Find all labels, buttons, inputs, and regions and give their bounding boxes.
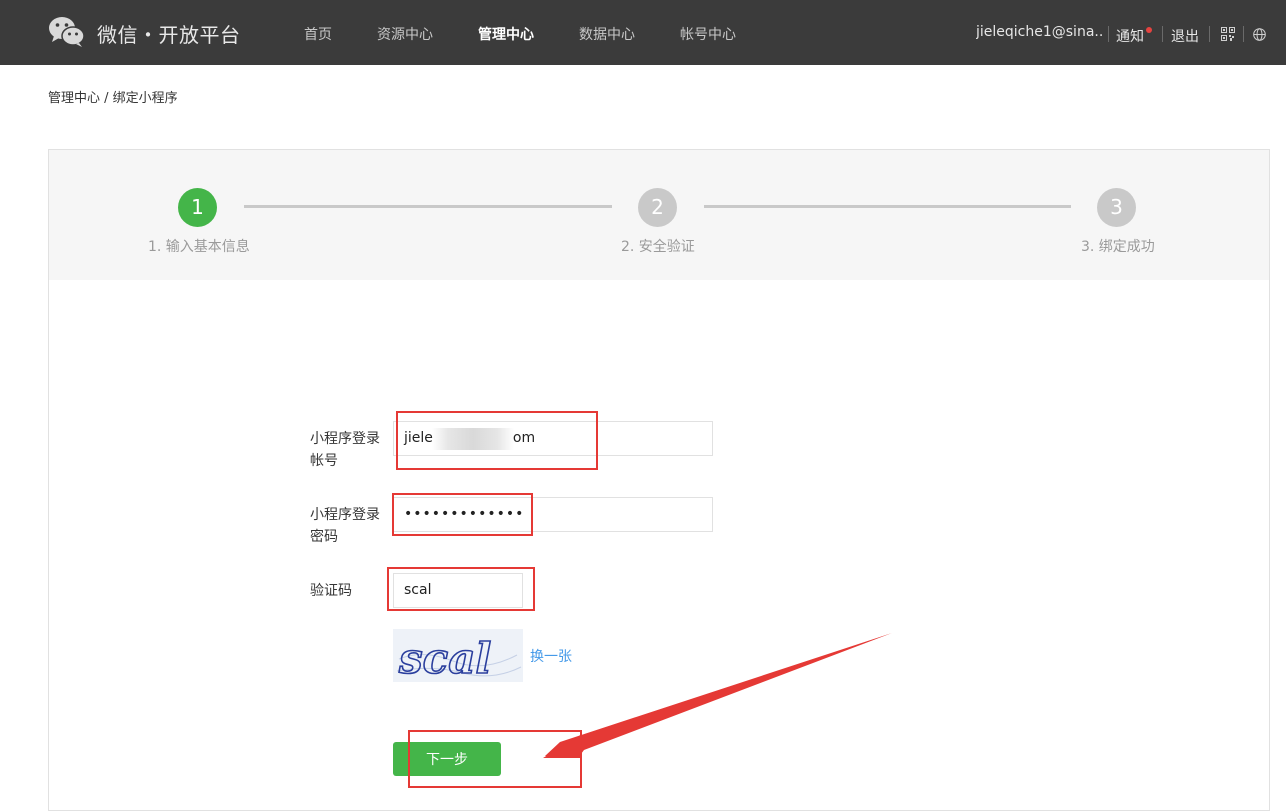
step-1-circle: 1 bbox=[178, 188, 217, 227]
password-label-line2: 密码 bbox=[310, 529, 338, 545]
highlight-captcha bbox=[387, 567, 535, 611]
notification-link[interactable]: 通知 bbox=[1116, 26, 1144, 46]
account-label-line2: 帐号 bbox=[310, 453, 338, 469]
step-connector bbox=[704, 205, 1071, 208]
highlight-next-button bbox=[408, 730, 582, 788]
breadcrumb: 管理中心 / 绑定小程序 bbox=[48, 91, 178, 106]
captcha-image: scal bbox=[393, 629, 523, 682]
step-1-label: 1. 输入基本信息 bbox=[148, 239, 250, 255]
logout-link[interactable]: 退出 bbox=[1171, 26, 1199, 46]
brand-title[interactable]: 微信・开放平台 bbox=[97, 19, 241, 48]
qrcode-icon[interactable] bbox=[1221, 27, 1235, 41]
captcha-label: 验证码 bbox=[310, 583, 352, 599]
password-label-line1: 小程序登录 bbox=[310, 507, 380, 523]
nav-resources[interactable]: 资源中心 bbox=[377, 24, 433, 44]
divider bbox=[1108, 26, 1109, 42]
highlight-account bbox=[396, 411, 598, 470]
step-2-circle: 2 bbox=[638, 188, 677, 227]
divider bbox=[1243, 26, 1244, 42]
step-2-label: 2. 安全验证 bbox=[621, 239, 695, 255]
highlight-password bbox=[392, 493, 533, 536]
top-navigation-bar: 微信・开放平台 首页 资源中心 管理中心 数据中心 帐号中心 jieleqich… bbox=[0, 0, 1286, 65]
user-email[interactable]: jieleqiche1@sina... bbox=[976, 24, 1102, 40]
nav-account[interactable]: 帐号中心 bbox=[680, 24, 736, 44]
account-label-line1: 小程序登录 bbox=[310, 431, 380, 447]
divider bbox=[1209, 26, 1210, 42]
step-3-circle: 3 bbox=[1097, 188, 1136, 227]
step-connector bbox=[244, 205, 612, 208]
nav-home[interactable]: 首页 bbox=[304, 24, 332, 44]
change-captcha-link[interactable]: 换一张 bbox=[530, 646, 572, 666]
account-label: 小程序登录 帐号 bbox=[310, 428, 380, 472]
notification-dot bbox=[1146, 27, 1152, 33]
step-3-label: 3. 绑定成功 bbox=[1081, 239, 1155, 255]
nav-data[interactable]: 数据中心 bbox=[579, 24, 635, 44]
password-label: 小程序登录 密码 bbox=[310, 504, 380, 548]
wechat-logo-icon[interactable] bbox=[48, 15, 86, 49]
nav-management[interactable]: 管理中心 bbox=[478, 24, 534, 44]
divider bbox=[1162, 26, 1163, 42]
captcha-text: scal bbox=[398, 634, 491, 682]
globe-icon[interactable] bbox=[1253, 28, 1266, 41]
